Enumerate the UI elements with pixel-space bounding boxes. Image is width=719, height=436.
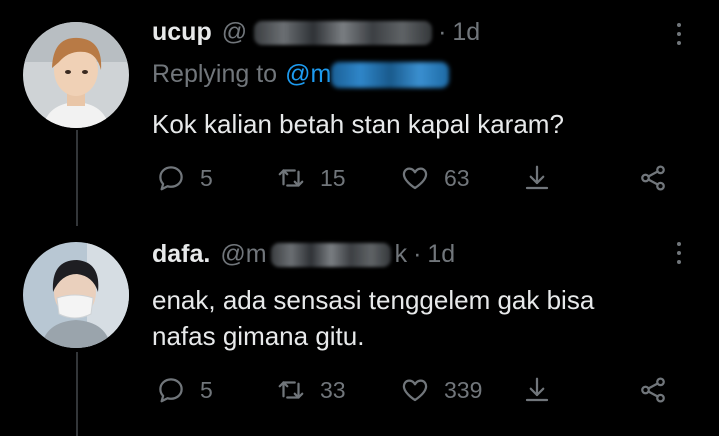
replying-to: Replying to @m: [152, 60, 450, 89]
network-icon: [641, 377, 665, 403]
username-prefix: @m: [220, 240, 267, 268]
mention-link[interactable]: @m: [285, 60, 450, 89]
tweet-actions: 5 15 63: [156, 163, 719, 197]
network-button[interactable]: [638, 375, 668, 405]
display-name[interactable]: dafa.: [152, 240, 210, 269]
tweet-text-line: Kok kalian betah stan kapal karam?: [152, 109, 564, 139]
more-options-icon[interactable]: [674, 23, 684, 45]
retweet-icon: [278, 381, 304, 399]
reply-button[interactable]: 5: [156, 375, 213, 405]
reply-icon: [159, 378, 183, 403]
tweet-text: Kok kalian betah stan kapal karam?: [152, 106, 564, 142]
retweet-count: 15: [320, 164, 346, 191]
tweet-header: dafa. @m k · 1d: [152, 240, 455, 269]
retweet-button[interactable]: 33: [276, 375, 346, 405]
more-options-icon[interactable]: [674, 242, 684, 264]
avatar[interactable]: [23, 22, 129, 128]
retweet-icon: [278, 169, 304, 187]
tweet-text-line: enak, ada sensasi tenggelem gak bisa: [152, 285, 595, 315]
network-icon: [641, 165, 665, 191]
like-count: 63: [444, 164, 470, 191]
username-prefix: @: [221, 18, 248, 46]
separator: ·: [438, 18, 447, 46]
mention-text: @m: [285, 60, 332, 88]
username[interactable]: @m k: [220, 240, 407, 269]
redacted-mention: [331, 62, 450, 89]
username-suffix: k: [394, 240, 408, 268]
reply-count: 5: [200, 376, 213, 403]
tweet-header: ucup @ · 1d: [152, 18, 480, 47]
retweet-count: 33: [320, 376, 346, 403]
avatar[interactable]: [23, 242, 129, 348]
share-button[interactable]: [522, 163, 552, 193]
share-icon: [525, 377, 549, 402]
like-count: 339: [444, 376, 483, 403]
reply-button[interactable]: 5: [156, 163, 213, 193]
timestamp[interactable]: 1d: [427, 240, 455, 269]
redacted-username: [270, 243, 391, 268]
share-icon: [525, 165, 549, 190]
thread-line: [76, 352, 78, 436]
reply-icon: [159, 166, 183, 191]
tweet-text-line: nafas gimana gitu.: [152, 321, 365, 351]
like-icon: [402, 379, 428, 402]
replying-label: Replying to: [152, 60, 278, 88]
reply-count: 5: [200, 164, 213, 191]
like-button[interactable]: 63: [400, 163, 470, 193]
timestamp[interactable]: 1d: [452, 18, 480, 47]
username[interactable]: @: [221, 18, 433, 47]
redacted-username: [254, 21, 433, 46]
like-button[interactable]: 339: [400, 375, 482, 405]
tweet-actions: 5 33 339: [156, 375, 719, 409]
display-name[interactable]: ucup: [152, 18, 212, 47]
network-button[interactable]: [638, 163, 668, 193]
retweet-button[interactable]: 15: [276, 163, 346, 193]
thread-line: [76, 130, 78, 226]
separator: ·: [413, 240, 422, 268]
tweet-text: enak, ada sensasi tenggelem gak bisa naf…: [152, 282, 594, 354]
share-button[interactable]: [522, 375, 552, 405]
like-icon: [402, 167, 428, 190]
